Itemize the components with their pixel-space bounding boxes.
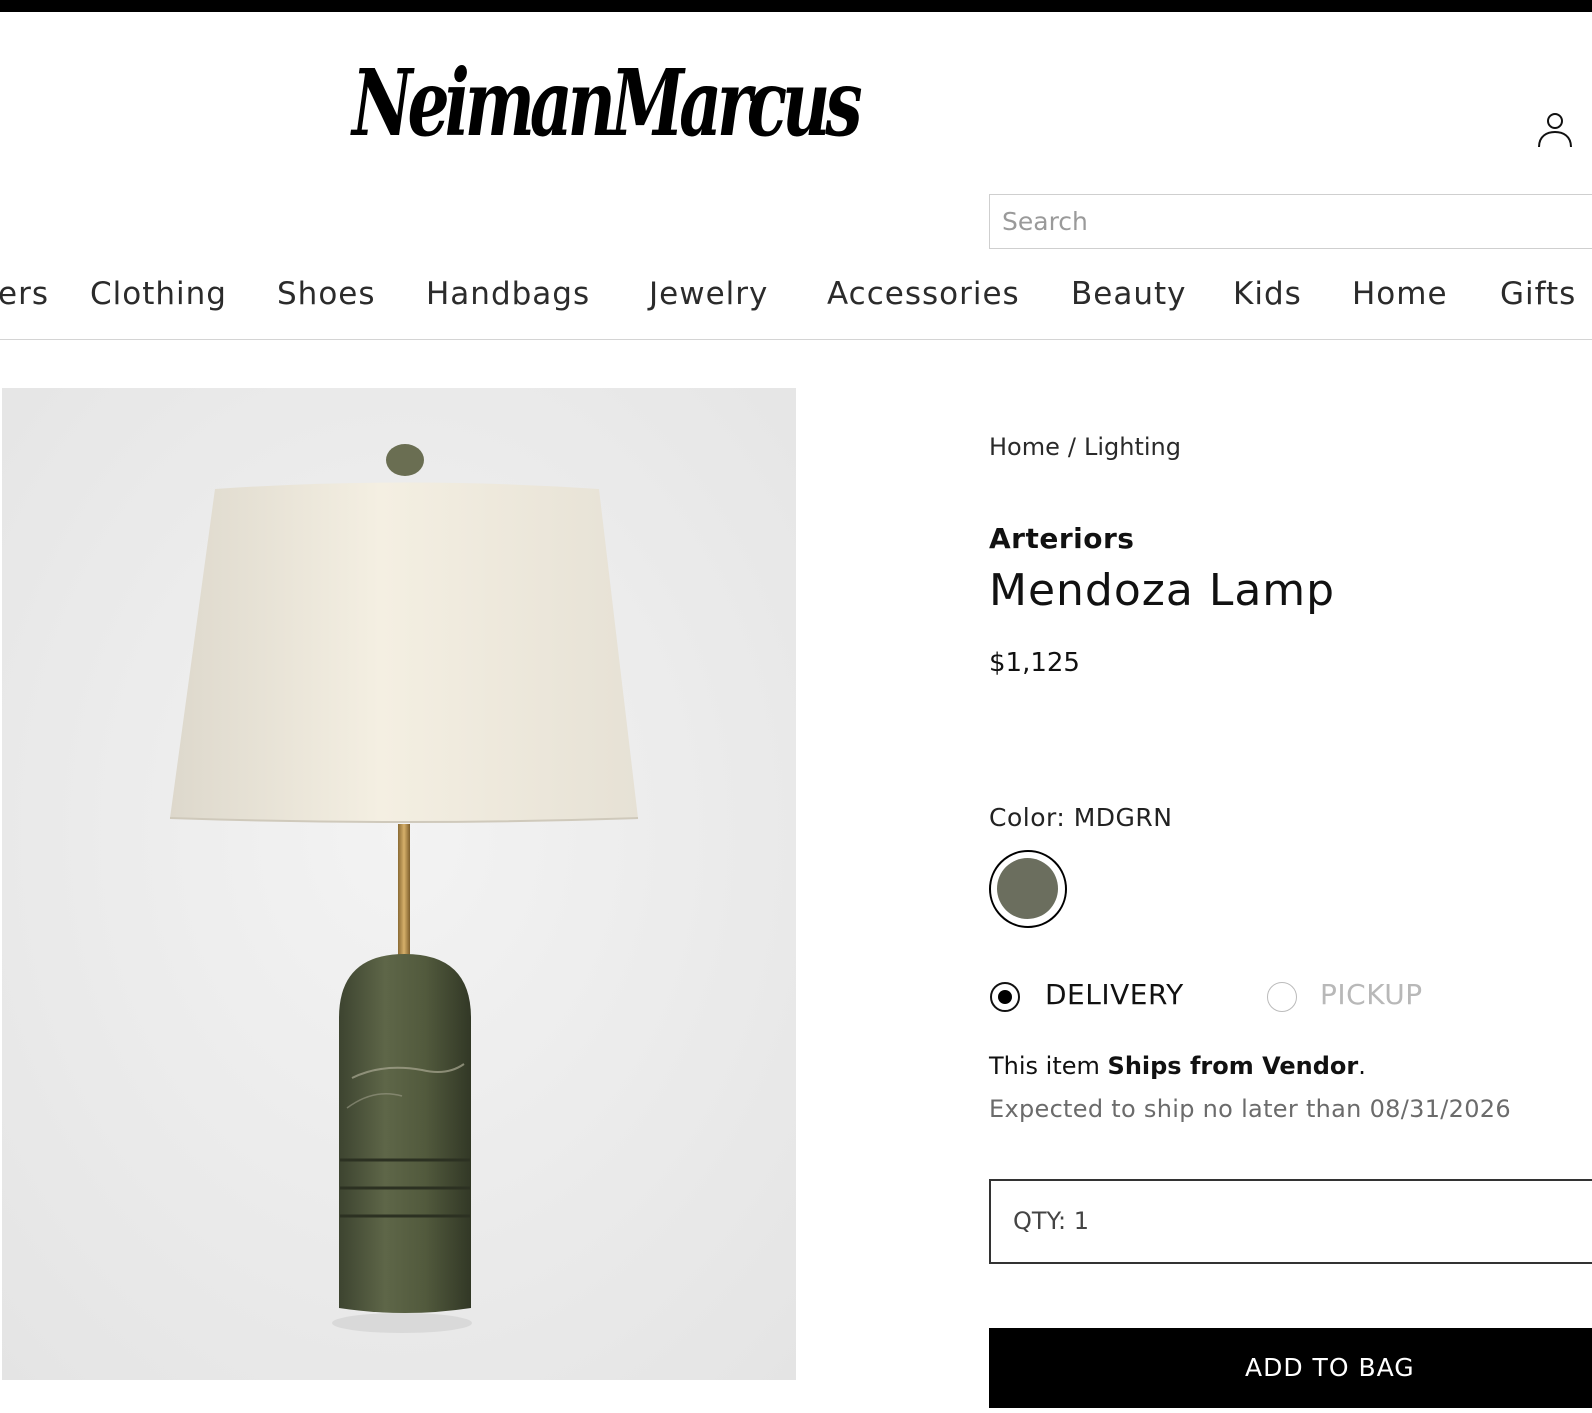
nav-item-beauty[interactable]: Beauty — [1071, 272, 1186, 316]
add-to-bag-button[interactable]: ADD TO BAG — [989, 1328, 1592, 1408]
nav-item-clothing[interactable]: Clothing — [90, 272, 227, 316]
product-image[interactable] — [2, 388, 796, 1380]
nav-item-gifts[interactable]: Gifts — [1500, 272, 1576, 316]
ship-suffix: . — [1358, 1052, 1366, 1080]
main-nav: ers Clothing Shoes Handbags Jewelry Acce… — [0, 272, 1592, 340]
nav-item-shoes[interactable]: Shoes — [277, 272, 376, 316]
site-logo[interactable]: NeimanMarcus — [352, 28, 863, 178]
account-icon[interactable] — [1534, 110, 1574, 150]
color-swatch-mdgrn[interactable] — [989, 850, 1067, 928]
breadcrumb-home[interactable]: Home — [989, 433, 1060, 461]
color-swatch-fill — [997, 858, 1058, 919]
quantity-label: QTY: 1 — [1013, 1207, 1090, 1235]
search-input[interactable] — [990, 195, 1592, 248]
shipping-info: This item Ships from Vendor. — [989, 1052, 1366, 1080]
nav-item-partial[interactable]: ers — [0, 272, 49, 316]
ship-prefix: This item — [989, 1052, 1108, 1080]
expected-ship-date: Expected to ship no later than 08/31/202… — [989, 1095, 1511, 1123]
search-box[interactable] — [989, 194, 1592, 249]
ship-method: Ships from Vendor — [1107, 1052, 1359, 1080]
nav-item-handbags[interactable]: Handbags — [426, 272, 590, 316]
quantity-select[interactable]: QTY: 1 — [989, 1179, 1592, 1264]
nav-item-home[interactable]: Home — [1352, 272, 1448, 316]
delivery-radio[interactable] — [990, 982, 1020, 1012]
pickup-label[interactable]: PICKUP — [1320, 978, 1423, 1011]
breadcrumb: Home / Lighting — [989, 433, 1181, 461]
product-title: Mendoza Lamp — [989, 565, 1336, 616]
product-price: $1,125 — [989, 648, 1080, 678]
product-brand[interactable]: Arteriors — [989, 522, 1134, 555]
logo-wordmark: NeimanMarcus — [352, 49, 863, 157]
breadcrumb-separator: / — [1067, 433, 1076, 461]
delivery-label[interactable]: DELIVERY — [1045, 978, 1184, 1011]
nav-item-accessories[interactable]: Accessories — [827, 272, 1020, 316]
color-label: Color: MDGRN — [989, 803, 1173, 832]
nav-item-jewelry[interactable]: Jewelry — [649, 272, 768, 316]
nav-item-kids[interactable]: Kids — [1233, 272, 1302, 316]
lamp-illustration — [2, 388, 796, 1380]
add-to-bag-label: ADD TO BAG — [1245, 1353, 1415, 1382]
breadcrumb-lighting[interactable]: Lighting — [1084, 433, 1181, 461]
pickup-radio[interactable] — [1267, 982, 1297, 1012]
top-black-bar — [0, 0, 1592, 12]
